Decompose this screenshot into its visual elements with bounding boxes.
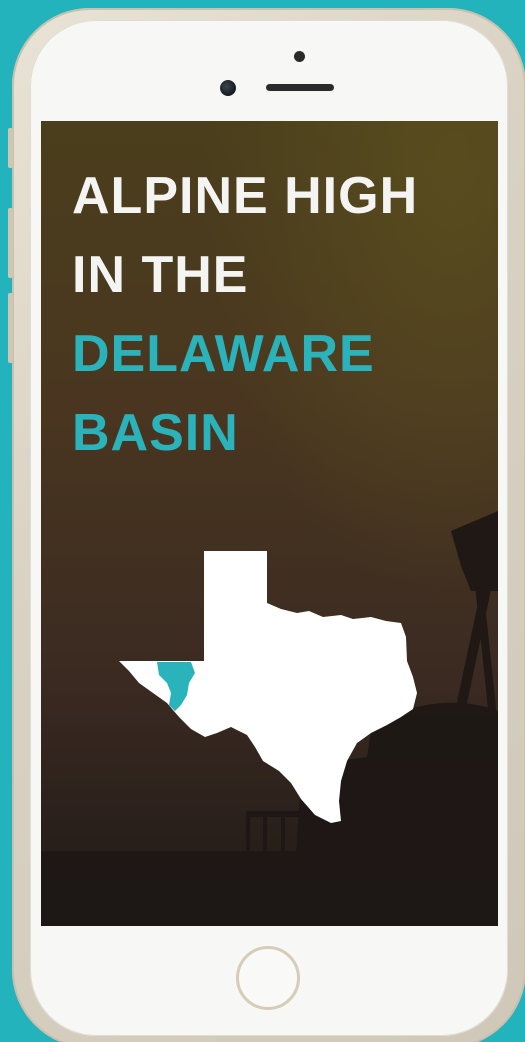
texas-map: [119, 551, 417, 823]
phone-screen: ALPINE HIGH IN THE DELAWARE BASIN: [41, 121, 498, 926]
mute-switch: [8, 128, 13, 168]
home-button-icon[interactable]: [236, 946, 300, 1010]
volume-down-button: [8, 293, 13, 363]
volume-up-button: [8, 208, 13, 278]
proximity-sensor-icon: [294, 51, 305, 62]
texas-state-map-icon: [119, 551, 417, 823]
promo-stage: ALPINE HIGH IN THE DELAWARE BASIN: [0, 0, 525, 1042]
earpiece-speaker: [266, 84, 334, 91]
front-camera-icon: [220, 80, 236, 96]
